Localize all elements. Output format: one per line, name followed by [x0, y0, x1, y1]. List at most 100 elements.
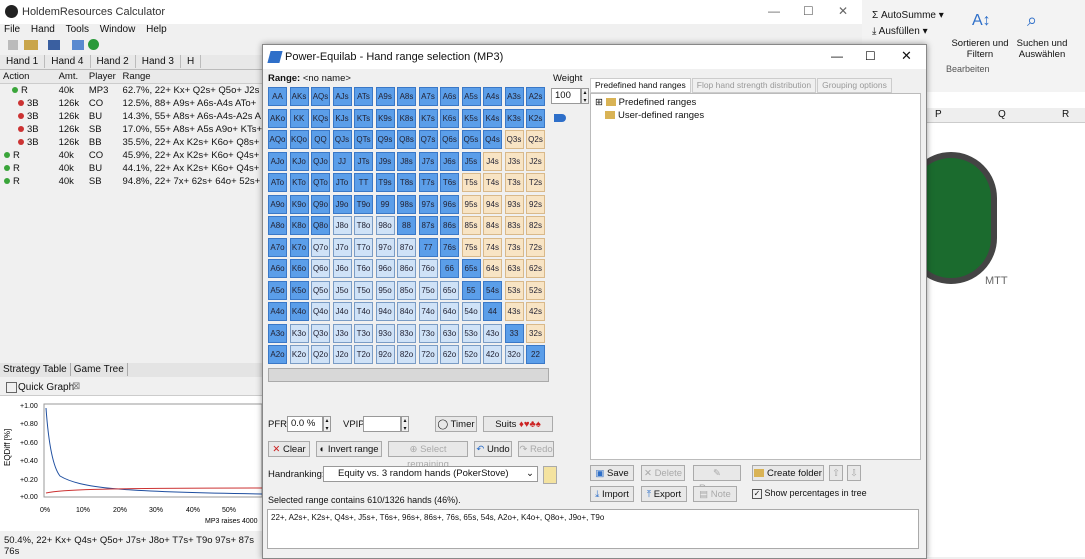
hand-cell[interactable]: 54o [461, 302, 481, 321]
hand-cell[interactable]: 43s [504, 302, 524, 321]
hand-cell[interactable]: A6s [440, 87, 459, 106]
hand-cell[interactable]: AQs [311, 87, 330, 106]
hand-cell[interactable]: 82s [526, 216, 545, 235]
hand-cell[interactable]: QJo [311, 151, 330, 171]
hand-cell[interactable]: K2s [526, 108, 545, 128]
hand-cell[interactable]: Q7s [418, 130, 438, 149]
hand-cell[interactable]: T4s [483, 173, 502, 192]
hand-cell[interactable]: 82o [397, 345, 416, 364]
hand-cell[interactable]: K2o [289, 345, 309, 364]
weight-spinner[interactable]: ▴ ▾ [581, 88, 589, 104]
hand-cell[interactable]: 63s [504, 259, 524, 278]
handranking-select[interactable]: Equity vs. 3 random hands (PokerStove) ⌄ [323, 466, 538, 482]
menu-hand[interactable]: Hand [31, 24, 55, 35]
weight-input[interactable]: 100 [551, 88, 581, 104]
tab-flop-distribution[interactable]: Flop hand strength distribution [691, 78, 817, 93]
hand-cell[interactable]: AKo [268, 108, 287, 128]
table-row[interactable]: R 40k BU 44.1%, 22+ Ax K2s+ K6o+ Q4s+ [0, 162, 265, 175]
tab-hand-4[interactable]: Hand 4 [45, 55, 91, 68]
hand-cell[interactable]: A4o [268, 302, 287, 321]
move-down-icon[interactable]: ⇩ [847, 465, 861, 481]
hand-cell[interactable]: Q8o [311, 216, 330, 235]
hand-cell[interactable]: T3o [354, 323, 373, 343]
dialog-close-icon[interactable]: ✕ [901, 48, 912, 64]
pfr-input[interactable]: 0.0 % [287, 416, 323, 432]
hand-cell[interactable]: JTs [354, 151, 373, 171]
find-select-button[interactable]: Suchen und Auswählen [1007, 38, 1077, 60]
hand-cell[interactable]: K3o [289, 323, 309, 343]
hand-cell[interactable]: 94s [483, 194, 502, 214]
minimize-icon[interactable]: — [768, 4, 780, 18]
hand-cell[interactable]: J9o [332, 194, 352, 214]
hand-cell[interactable]: A3s [504, 87, 524, 106]
hand-cell[interactable]: K6o [289, 259, 309, 278]
hand-cell[interactable]: 54s [483, 280, 502, 300]
table-row[interactable]: R 40k MP3 62.7%, 22+ Kx+ Q2s+ Q5o+ J2s [0, 84, 265, 98]
hand-cell[interactable]: 92s [526, 194, 545, 214]
hand-cell[interactable]: A2s [526, 87, 545, 106]
col-header-p[interactable]: P [935, 109, 942, 120]
hand-cell[interactable]: J5s [461, 151, 481, 171]
hand-cell[interactable]: Q8s [397, 130, 416, 149]
hand-cell[interactable]: T2s [526, 173, 545, 192]
hand-cell[interactable]: 75o [418, 280, 438, 300]
hand-cell[interactable]: T5o [354, 280, 373, 300]
hand-cell[interactable]: A2o [268, 345, 287, 364]
weight-slider-thumb[interactable] [554, 114, 566, 122]
col-header-q[interactable]: Q [998, 109, 1006, 120]
note-button[interactable]: ▤ Note [693, 486, 737, 502]
hand-cell[interactable]: 66 [440, 259, 459, 278]
pfr-spinner[interactable]: ▴ ▾ [323, 416, 331, 432]
col-amt[interactable]: Amt. [55, 70, 86, 84]
table-row[interactable]: 3B 126k CO 12.5%, 88+ A9s+ A6s-A4s ATo+ [0, 97, 265, 110]
hand-cell[interactable]: KJs [332, 108, 352, 128]
tree-item-user-defined[interactable]: User-defined ranges [605, 110, 704, 121]
show-percentages-checkbox[interactable]: ✓ Show percentages in tree [752, 488, 867, 499]
hand-cell[interactable]: A8s [397, 87, 416, 106]
undo-button[interactable]: ↶ Undo [474, 441, 512, 457]
hand-cell[interactable]: K4o [289, 302, 309, 321]
menu-help[interactable]: Help [146, 24, 167, 35]
col-player[interactable]: Player [85, 70, 120, 84]
hand-cell[interactable]: K5s [461, 108, 481, 128]
hand-cell[interactable]: 62o [440, 345, 459, 364]
invert-range-button[interactable]: ◐ Invert range [316, 441, 382, 457]
hand-cell[interactable]: T3s [504, 173, 524, 192]
hand-cell[interactable]: KQs [311, 108, 330, 128]
hand-cell[interactable]: J9s [375, 151, 395, 171]
hand-cell[interactable]: A7s [418, 87, 438, 106]
autosum-button[interactable]: Σ AutoSumme ▾ [872, 10, 944, 21]
hand-cell[interactable]: K6s [440, 108, 459, 128]
hand-cell[interactable]: Q4o [311, 302, 330, 321]
hand-cell[interactable]: J6o [332, 259, 352, 278]
hand-cell[interactable]: T2o [354, 345, 373, 364]
tab-hand-more[interactable]: H [181, 55, 202, 68]
export-button[interactable]: ⤒ Export [641, 486, 687, 502]
hand-cell[interactable]: 72o [418, 345, 438, 364]
create-folder-button[interactable]: Create folder [752, 465, 824, 481]
hand-cell[interactable]: J2o [332, 345, 352, 364]
hand-cell[interactable]: 97o [375, 237, 395, 257]
hand-cell[interactable]: Q6s [440, 130, 459, 149]
rename-range-button[interactable]: ✎ Rename [693, 465, 741, 494]
hand-cell[interactable]: 42o [483, 345, 502, 364]
export-icon[interactable] [72, 40, 84, 50]
hand-cell[interactable]: A4s [483, 87, 502, 106]
hand-cell[interactable]: 97s [418, 194, 438, 214]
hand-cell[interactable]: Q2o [311, 345, 330, 364]
hand-cell[interactable]: 53o [461, 323, 481, 343]
table-row[interactable]: 3B 126k BB 35.5%, 22+ Ax K2s+ K6o+ Q8s+ [0, 136, 265, 149]
dialog-minimize-icon[interactable]: — [831, 49, 843, 63]
hand-cell[interactable]: 87s [418, 216, 438, 235]
hand-cell[interactable]: 43o [483, 323, 502, 343]
sort-filter-button[interactable]: Sortieren und Filtern [950, 38, 1010, 60]
hand-cell[interactable]: AKs [289, 87, 309, 106]
hand-cell[interactable]: Q9o [311, 194, 330, 214]
hand-cell[interactable]: K9o [289, 194, 309, 214]
hand-cell[interactable]: J7s [418, 151, 438, 171]
hand-cell[interactable]: J7o [332, 237, 352, 257]
hand-cell[interactable]: 75s [461, 237, 481, 257]
hand-cell[interactable]: J2s [526, 151, 545, 171]
hand-cell[interactable]: A9o [268, 194, 287, 214]
hand-cell[interactable]: J5o [332, 280, 352, 300]
